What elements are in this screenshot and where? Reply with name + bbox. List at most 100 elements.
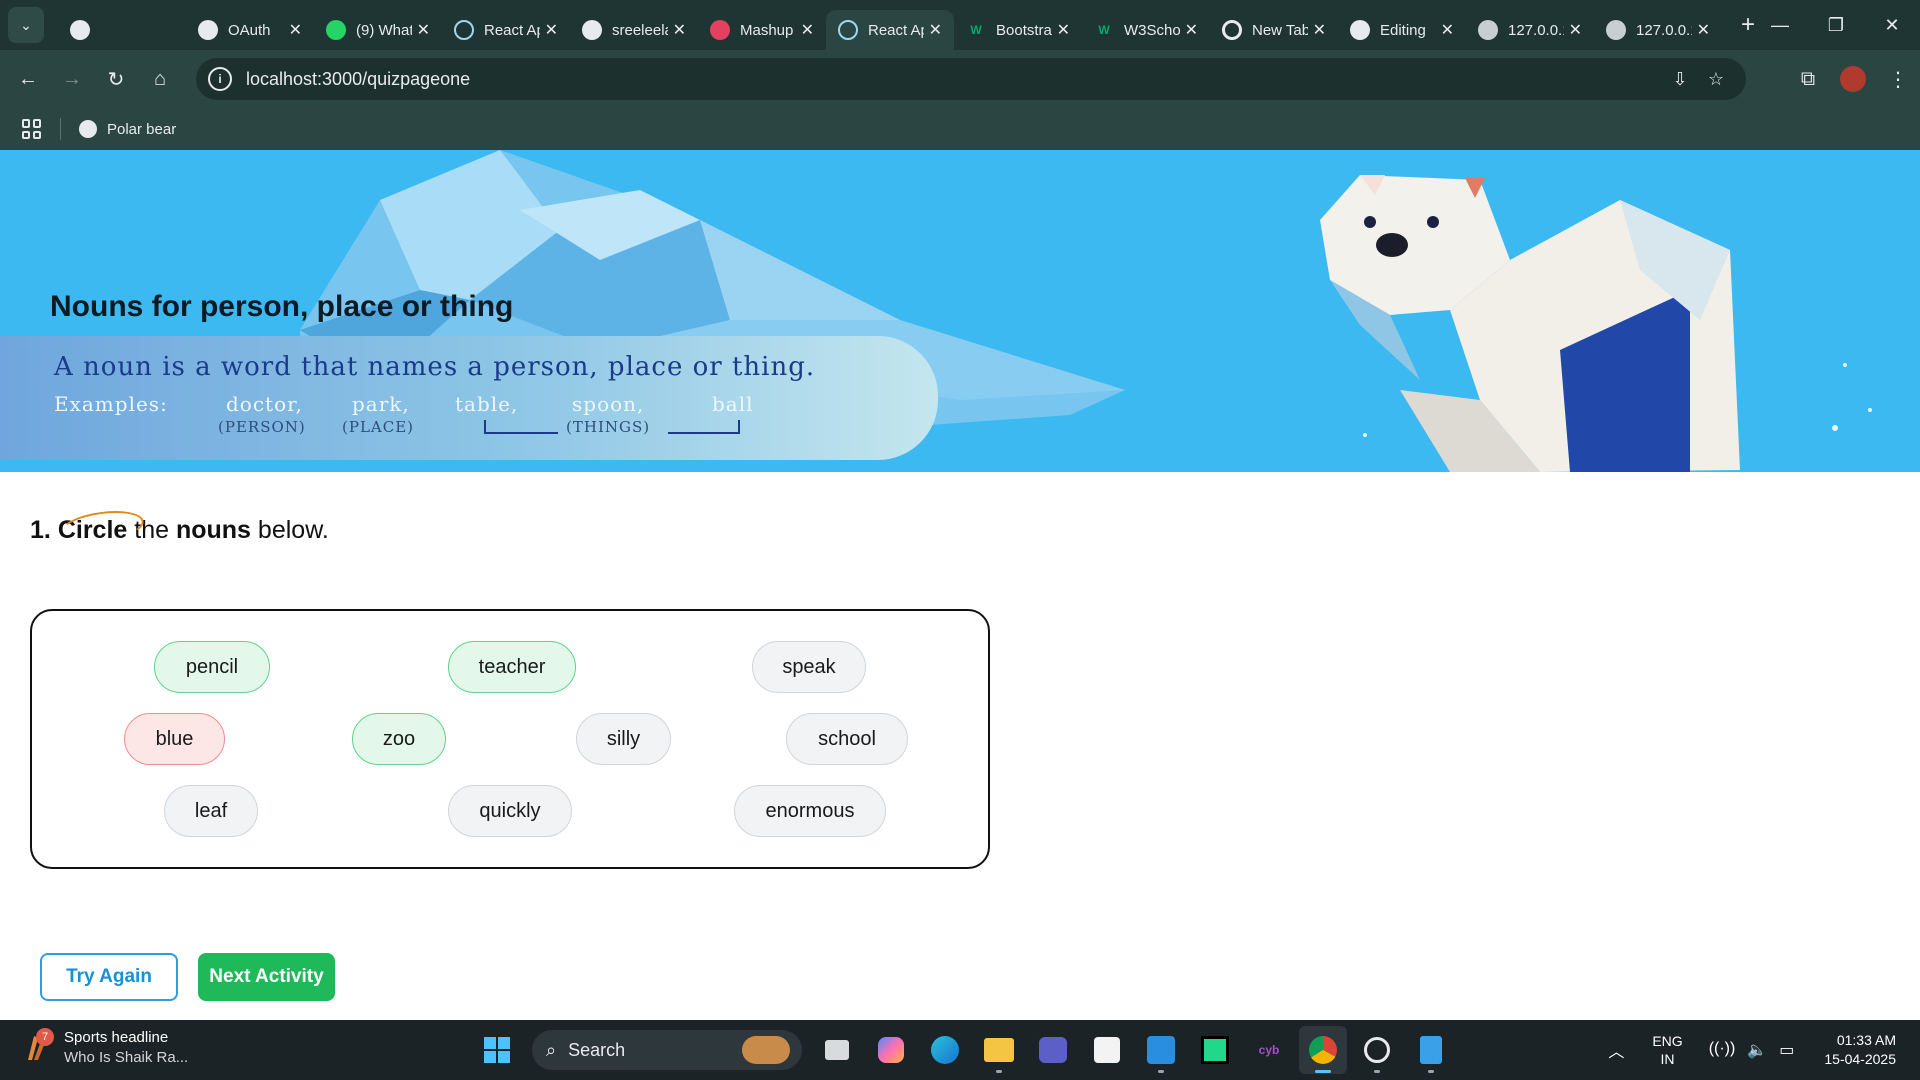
edge-button[interactable] [921,1026,969,1074]
forward-button[interactable]: → [52,59,92,99]
news-title: Sports headline [64,1029,169,1046]
tab-title: 127.0.0.1 [1508,21,1564,39]
tab[interactable]: 127.0.0.1 ✕ [1466,10,1594,50]
tab[interactable]: Mashup ✕ [698,10,826,50]
teams-button[interactable] [1029,1026,1077,1074]
region-code: IN [1660,1051,1675,1067]
close-icon[interactable]: ✕ [929,20,942,40]
site-info-icon[interactable]: i [208,67,232,91]
apps-grid-icon[interactable] [22,119,42,139]
tab-title: (9) WhatsApp [356,21,412,39]
word-option-zoo[interactable]: zoo [352,713,446,765]
chatgpt-button[interactable] [1353,1026,1401,1074]
close-icon[interactable]: ✕ [1441,20,1454,40]
copilot-button[interactable] [867,1026,915,1074]
tab-title: Editing [1380,21,1426,39]
task-view-button[interactable] [813,1026,861,1074]
language-indicator[interactable]: ENG IN [1652,1032,1682,1068]
start-button[interactable] [473,1026,521,1074]
tab[interactable]: React App ✕ [442,10,570,50]
tab[interactable]: OAuth ✕ [186,10,314,50]
wifi-icon: ((·)) [1708,1040,1736,1057]
bookmark-polar-bear[interactable]: Polar bear [79,120,176,138]
close-icon[interactable]: ✕ [1185,20,1198,40]
word-option-quickly[interactable]: quickly [448,785,572,837]
example-word: table, [455,392,519,416]
tab[interactable]: W Bootstrap ✕ [954,10,1082,50]
close-icon[interactable]: ✕ [545,20,558,40]
close-icon[interactable]: ✕ [1569,20,1582,40]
pycharm-button[interactable] [1191,1026,1239,1074]
word-option-silly[interactable]: silly [576,713,671,765]
menu-icon[interactable]: ⋮ [1876,57,1920,101]
word-option-leaf[interactable]: leaf [164,785,258,837]
tray-icons[interactable]: ((·)) 🔈 ▭ [1709,1040,1795,1060]
word-option-pencil[interactable]: pencil [154,641,270,693]
hero-banner: Nouns for person, place or thing A noun … [0,150,1920,472]
clock-date: 15-04-2025 [1824,1051,1896,1067]
notepad-button[interactable] [1407,1026,1455,1074]
chrome-button[interactable] [1299,1026,1347,1074]
close-icon[interactable]: ✕ [289,20,302,40]
back-button[interactable]: ← [8,59,48,99]
show-hidden-icons-chevron-icon[interactable]: ︿ [1608,1038,1624,1062]
bookmark-star-icon[interactable]: ☆ [1698,61,1734,97]
restore-button[interactable]: ❐ [1808,0,1864,50]
minimize-button[interactable]: — [1752,0,1808,50]
tab-title: 127.0.0.1 [1636,21,1692,39]
word-option-school[interactable]: school [786,713,908,765]
close-icon[interactable]: ✕ [673,20,686,40]
clock-time: 01:33 AM [1836,1032,1896,1048]
news-widget[interactable]: 7 Sports headline Who Is Shaik Ra... [20,1028,188,1068]
tab-active[interactable]: React App ✕ [826,10,954,50]
file-explorer-button[interactable] [975,1026,1023,1074]
close-icon[interactable]: ✕ [1697,20,1710,40]
tab[interactable]: Editing ✕ [1338,10,1466,50]
tab[interactable]: 127.0.0.1 ✕ [1594,10,1722,50]
tab-search-button[interactable]: ⌄ [8,7,44,43]
tab-title: React App [484,21,540,39]
cyberlink-button[interactable]: cyb [1245,1026,1293,1074]
close-icon[interactable]: ✕ [1313,20,1326,40]
address-bar-actions: ⇩ ☆ [1662,61,1734,97]
tab[interactable] [58,10,186,50]
reload-button[interactable]: ↻ [96,59,136,99]
extensions-icon[interactable]: ⧉ [1786,57,1830,101]
tab-title: New Tab [1252,21,1308,39]
install-app-icon[interactable]: ⇩ [1662,61,1698,97]
word-option-speak[interactable]: speak [752,641,866,693]
close-icon[interactable]: ✕ [417,20,430,40]
url-text[interactable]: localhost:3000/quizpageone [246,69,470,90]
github-icon [582,20,602,40]
profile-avatar[interactable] [1840,66,1866,92]
next-activity-button[interactable]: Next Activity [198,953,335,1001]
tab-title: W3Schools [1124,21,1180,39]
tab[interactable]: (9) WhatsApp ✕ [314,10,442,50]
word-option-enormous[interactable]: enormous [734,785,886,837]
store-button[interactable] [1083,1026,1131,1074]
store-icon [1094,1037,1120,1063]
word-option-teacher[interactable]: teacher [448,641,576,693]
tab[interactable]: sreeleela ✕ [570,10,698,50]
word-option-blue[interactable]: blue [124,713,225,765]
tab[interactable]: New Tab ✕ [1210,10,1338,50]
clock[interactable]: 01:33 AM 15-04-2025 [1824,1031,1896,1069]
news-icon: 7 [20,1028,54,1064]
browser-toolbar: ← → ↻ ⌂ i localhost:3000/quizpageone ⇩ ☆… [0,50,1920,108]
close-window-button[interactable]: ✕ [1864,0,1920,50]
task-view-icon [825,1040,849,1060]
close-icon[interactable]: ✕ [801,20,814,40]
tab-bar: ⌄ OAuth ✕ (9) WhatsApp ✕ React App ✕ sre… [0,0,1920,50]
try-again-button[interactable]: Try Again [40,953,178,1001]
page-title: Nouns for person, place or thing [50,290,514,323]
vscode-button[interactable] [1137,1026,1185,1074]
chatgpt-icon [1364,1037,1390,1063]
close-icon[interactable]: ✕ [1057,20,1070,40]
bracket-right [668,420,740,434]
definition-card: A noun is a word that names a person, pl… [0,336,938,460]
taskbar-search[interactable]: ⌕ Search [532,1030,802,1070]
home-button[interactable]: ⌂ [140,59,180,99]
address-bar[interactable]: i localhost:3000/quizpageone ⇩ ☆ [196,58,1746,100]
react-icon [454,20,474,40]
tab[interactable]: W W3Schools ✕ [1082,10,1210,50]
